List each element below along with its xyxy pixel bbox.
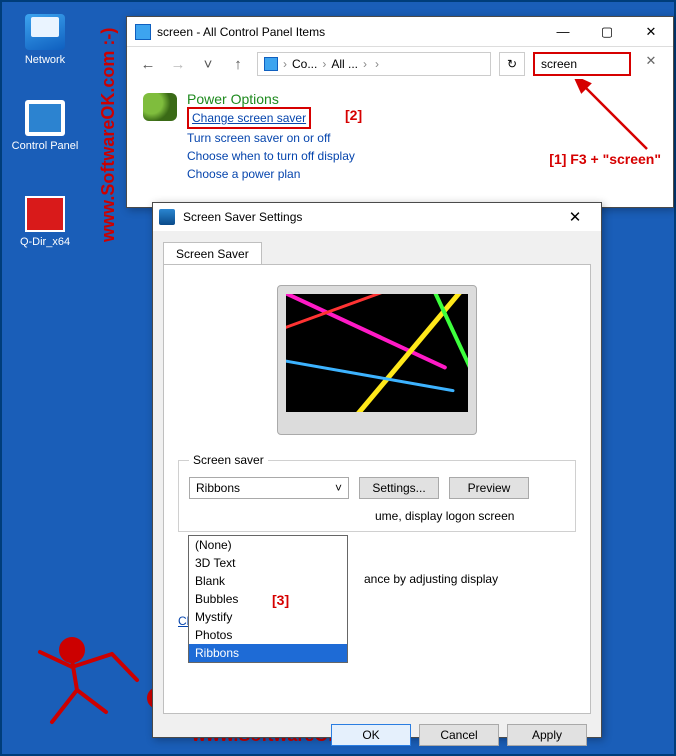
desktop-icon-control-panel[interactable]: Control Panel (10, 100, 80, 152)
annotation-1: [1] F3 + "screen" (549, 151, 661, 167)
window-icon (135, 24, 151, 40)
result-link[interactable]: Turn screen saver on or off (187, 129, 355, 147)
screensaver-dropdown-list: (None) 3D Text Blank Bubbles Mystify Pho… (188, 535, 348, 663)
apply-button[interactable]: Apply (507, 724, 587, 746)
dropdown-item-selected[interactable]: Ribbons (189, 644, 347, 662)
desktop-icon-label: Network (25, 54, 65, 66)
power-options-icon (143, 93, 177, 121)
dropdown-item[interactable]: Photos (189, 626, 347, 644)
close-button[interactable]: ✕ (629, 18, 673, 46)
maximize-button[interactable]: ▢ (585, 18, 629, 46)
desktop-icon-qdir[interactable]: Q-Dir_x64 (10, 196, 80, 248)
refresh-button[interactable]: ↻ (499, 52, 525, 76)
search-input[interactable]: screen (533, 52, 631, 76)
ok-button[interactable]: OK (331, 724, 411, 746)
dropdown-item[interactable]: 3D Text (189, 554, 347, 572)
screensaver-dropdown[interactable]: Ribbons ˅ (189, 477, 349, 499)
result-heading[interactable]: Power Options (187, 91, 355, 107)
dropdown-item[interactable]: Mystify (189, 608, 347, 626)
qdir-icon (25, 196, 65, 232)
search-value: screen (541, 57, 577, 71)
arrow-annotation-icon (547, 79, 657, 159)
up-button[interactable]: ↑ (227, 56, 249, 73)
control-panel-icon (25, 100, 65, 136)
annotation-3: [3] (272, 592, 289, 608)
resume-text-partial: ume, display logon screen (375, 509, 565, 523)
breadcrumb-item[interactable]: All ... (331, 57, 358, 71)
tab-screen-saver[interactable]: Screen Saver (163, 242, 262, 265)
network-icon (25, 14, 65, 50)
search-results: Power Options Change screen saver [2] Tu… (127, 81, 673, 193)
preview-button[interactable]: Preview (449, 477, 529, 499)
back-button[interactable]: ← (137, 56, 159, 73)
desktop-icon-network[interactable]: Network (10, 14, 80, 66)
result-link[interactable]: Choose when to turn off display (187, 147, 355, 165)
screensaver-group: Screen saver Ribbons ˅ Settings... Previ… (178, 453, 576, 532)
watermark-left: www.SoftwareOK.com :-) (98, 28, 119, 242)
stick-figure-icon (22, 632, 172, 750)
minimize-button[interactable]: — (541, 18, 585, 46)
dropdown-item[interactable]: (None) (189, 536, 347, 554)
dropdown-item[interactable]: Bubbles (189, 590, 347, 608)
explorer-window: screen - All Control Panel Items — ▢ ✕ ←… (126, 16, 674, 208)
settings-button[interactable]: Settings... (359, 477, 439, 499)
result-link[interactable]: Choose a power plan (187, 165, 355, 183)
screensaver-preview-monitor (277, 285, 477, 435)
cancel-button[interactable]: Cancel (419, 724, 499, 746)
annotation-2: [2] (345, 107, 362, 123)
address-bar[interactable]: › Co... › All ... › › (257, 52, 491, 76)
breadcrumb-icon (264, 57, 278, 71)
history-dropdown[interactable]: ˅ (197, 56, 219, 73)
screensaver-dialog: Screen Saver Settings ✕ Screen Saver Scr… (152, 202, 602, 738)
desktop-icon-label: Control Panel (12, 140, 79, 152)
desktop-icon-label: Q-Dir_x64 (20, 236, 70, 248)
chevron-down-icon: ˅ (335, 481, 342, 495)
window-title: screen - All Control Panel Items (157, 25, 541, 39)
close-button[interactable]: ✕ (555, 208, 595, 226)
result-link-change-screen-saver[interactable]: Change screen saver (187, 107, 311, 129)
dropdown-selected: Ribbons (196, 481, 240, 495)
dropdown-item[interactable]: Blank (189, 572, 347, 590)
clear-search-button[interactable]: ✕ (639, 53, 663, 75)
forward-button[interactable]: → (167, 56, 189, 73)
power-text-partial: ance by adjusting display (364, 572, 576, 586)
dialog-icon (159, 209, 175, 225)
group-label: Screen saver (189, 453, 268, 467)
breadcrumb-item[interactable]: Co... (292, 57, 317, 71)
dialog-title: Screen Saver Settings (183, 210, 555, 224)
